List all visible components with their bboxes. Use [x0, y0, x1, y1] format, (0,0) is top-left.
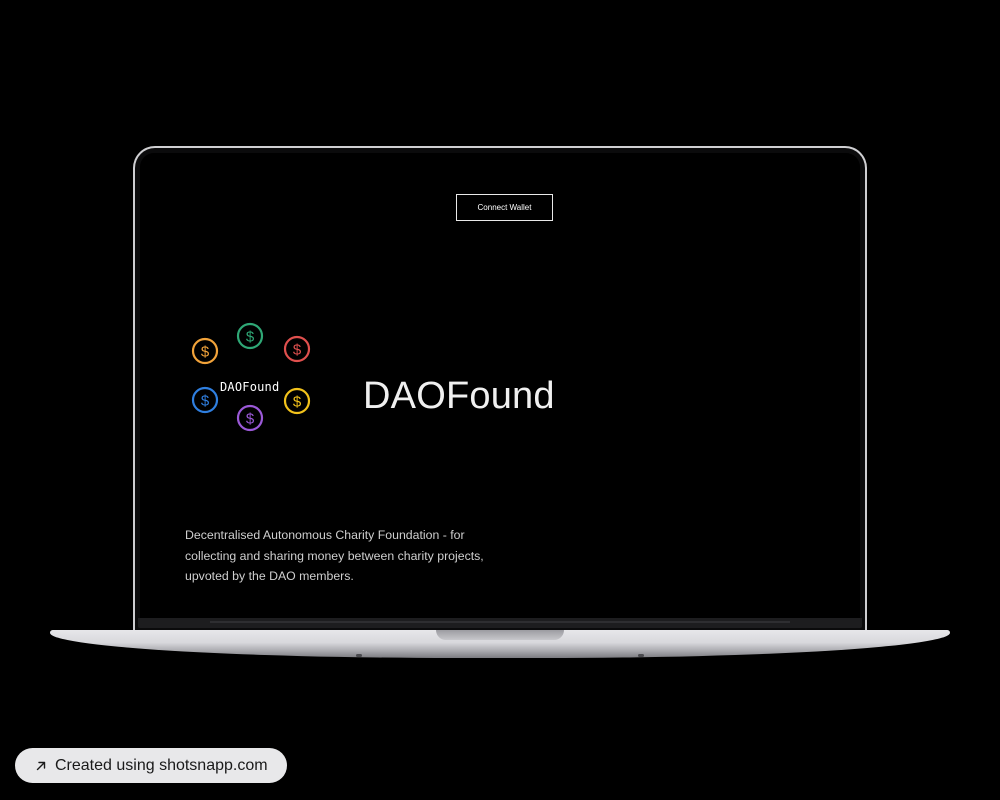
arrow-up-right-icon: [36, 761, 46, 770]
chin-hinge: [210, 621, 790, 623]
laptop-foot: [638, 654, 644, 657]
coin-symbol: $: [293, 394, 302, 411]
coin-symbol: $: [201, 344, 210, 361]
laptop-foot: [356, 654, 362, 657]
coin-symbol: $: [201, 393, 210, 410]
watermark-text: Created using shotsnapp.com: [55, 756, 268, 774]
app-screen: Connect Wallet $ $ $ $ $ $ DAOFound DAOF…: [140, 153, 860, 620]
base-notch: [436, 630, 564, 640]
orange-coin-icon: $: [191, 337, 219, 365]
green-coin-icon: $: [236, 322, 264, 350]
laptop-lid: Connect Wallet $ $ $ $ $ $ DAOFound DAOF…: [133, 146, 867, 630]
shotsnapp-watermark[interactable]: Created using shotsnapp.com: [15, 748, 287, 783]
purple-coin-icon: $: [236, 404, 264, 432]
laptop-chin: [138, 618, 862, 628]
logo-text: DAOFound: [220, 380, 280, 394]
coin-symbol: $: [293, 342, 302, 359]
daofound-logo: $ $ $ $ $ $ DAOFound: [184, 322, 324, 453]
yellow-coin-icon: $: [283, 387, 311, 415]
connect-wallet-button[interactable]: Connect Wallet: [456, 194, 553, 221]
blue-coin-icon: $: [191, 386, 219, 414]
coin-symbol: $: [246, 329, 255, 346]
description-text: Decentralised Autonomous Charity Foundat…: [185, 528, 484, 583]
page-title: DAOFound: [363, 375, 555, 417]
laptop-base: [50, 630, 950, 658]
red-coin-icon: $: [283, 335, 311, 363]
coin-symbol: $: [246, 411, 255, 428]
